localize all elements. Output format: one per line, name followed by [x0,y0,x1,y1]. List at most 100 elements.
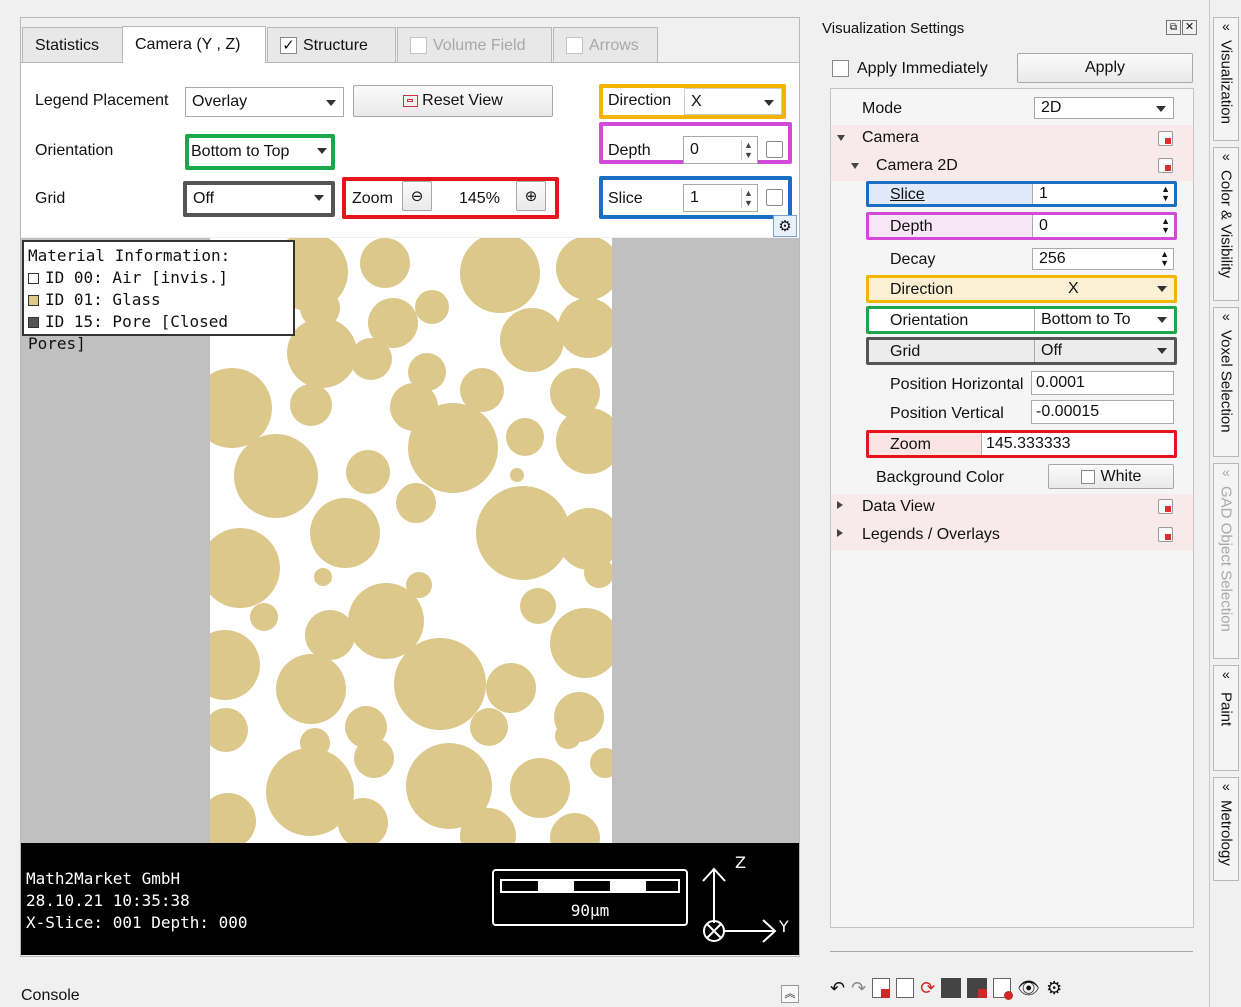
save-settings-icon[interactable] [872,978,891,998]
direction-select[interactable]: X [684,88,782,115]
side-tab-color-visibility[interactable]: « Color & Visibility [1213,147,1239,301]
apply-button[interactable]: Apply [1017,53,1193,83]
reset-property-icon[interactable] [1158,527,1173,542]
depth-checkbox[interactable] [766,141,783,158]
slice-viewer-canvas[interactable]: Material Information: ID 00: Air [invis.… [21,238,799,843]
legend-item: ID 15: Pore [Closed Pores] [28,312,229,353]
expand-up-icon[interactable]: ︽ [781,985,799,1003]
visualization-settings-panel: Visualization Settings ⧉ ✕ Apply Immedia… [812,0,1209,1007]
zoom-in-button[interactable]: ⊕ [516,181,546,211]
legends-overlays-label: Legends / Overlays [862,526,1000,543]
undo-icon[interactable]: ↶ [830,978,845,999]
direction-label: Direction [608,92,672,109]
legend-swatch [28,295,39,306]
script-icon[interactable] [993,978,1014,1000]
spin-arrows-icon[interactable]: ▲ ▼ [741,140,755,160]
apply-immediately-checkbox[interactable] [832,60,849,77]
reset-view-icon [403,95,419,107]
scale-label: 90µm [570,901,610,920]
refresh-icon[interactable]: ⟳ [920,978,935,999]
tab-structure[interactable]: ✓ Structure [267,27,396,63]
chevron-down-icon [1157,317,1167,323]
console-label[interactable]: Console [21,987,80,1005]
tab-camera[interactable]: Camera (Y , Z) [122,26,266,63]
zoom-input[interactable]: 145.333333 [981,433,1174,455]
info-overlay-bar: Math2Market GmbH 28.10.21 10:35:38 X-Sli… [21,843,799,955]
expand-arrow-icon[interactable] [837,501,843,509]
decay-label: Decay [890,251,936,268]
export-icon[interactable] [941,978,962,998]
legend-item: ID 01: Glass [28,289,289,311]
structure-checkbox[interactable]: ✓ [280,37,297,54]
grid-select[interactable]: Off [187,185,331,213]
spin-arrows-icon[interactable]: ▲ ▼ [741,188,755,208]
side-tab-voxel-selection[interactable]: « Voxel Selection [1213,307,1239,457]
expand-arrow-icon[interactable] [837,529,843,537]
grid-select[interactable]: Off [1034,340,1174,362]
tab-volume-field[interactable]: Volume Field [397,27,552,63]
side-tab-paint[interactable]: « Paint [1213,665,1239,771]
background-color-button[interactable]: White [1048,464,1174,489]
mode-select[interactable]: 2D [1034,97,1174,119]
collapse-icon: « [1222,308,1230,324]
slice-label: Slice [890,186,925,203]
side-tab-metrology[interactable]: « Metrology [1213,777,1239,881]
tab-statistics[interactable]: Statistics [22,27,123,63]
orientation-label: Orientation [890,312,969,329]
slice-spinbox[interactable]: 1 ▲ ▼ [1032,184,1174,204]
slice-checkbox[interactable] [766,189,783,206]
orientation-label: Orientation [35,142,114,159]
timestamp: 28.10.21 10:35:38 [26,891,190,910]
chevron-down-icon [1157,286,1167,292]
grid-label: Grid [35,190,66,207]
orientation-select[interactable]: Bottom to Top [189,138,331,166]
legend-placement-label: Legend Placement [35,92,169,109]
zoom-label: Zoom [890,436,931,453]
position-vertical-input[interactable]: -0.00015 [1031,400,1174,424]
arrows-checkbox[interactable] [566,37,583,54]
console-bar: Console ︽ [0,957,812,1007]
direction-select[interactable]: X [1062,278,1174,300]
data-view-label: Data View [862,498,935,515]
panel-title: Visualization Settings [822,20,965,37]
camera2d-label: Camera 2D [876,157,958,174]
collapse-arrow-icon[interactable] [837,135,845,141]
position-horizontal-input[interactable]: 0.0001 [1031,371,1174,395]
reset-property-icon[interactable] [1158,499,1173,514]
gear-icon[interactable]: ⚙ [773,215,797,237]
collapse-arrow-icon[interactable] [851,163,859,169]
reset-property-icon[interactable] [1158,158,1173,173]
camera-label: Camera [862,129,919,146]
spin-arrows-icon[interactable]: ▲ ▼ [1161,185,1170,203]
eye-icon[interactable]: 👁 [1017,978,1040,999]
load-settings-icon[interactable] [896,978,915,998]
zoom-out-button[interactable]: ⊖ [402,181,432,211]
tab-arrows[interactable]: Arrows [553,27,658,63]
decay-spinbox[interactable]: 256 ▲ ▼ [1032,248,1174,270]
slice-spinbox[interactable]: 1 ▲ ▼ [683,184,758,212]
spin-arrows-icon[interactable]: ▲ ▼ [1160,250,1169,268]
gear-icon[interactable]: ⚙ [1046,978,1062,999]
reset-property-icon[interactable] [1158,131,1173,146]
close-icon[interactable]: ✕ [1182,20,1197,35]
float-icon[interactable]: ⧉ [1166,20,1181,35]
spin-arrows-icon[interactable]: ▲ ▼ [1161,217,1170,235]
import-icon[interactable] [967,978,988,998]
bottom-toolbar: ↶ ↷ ⟳ 👁 ⚙ [830,975,1062,1001]
background-color-label: Background Color [876,469,1005,486]
collapse-icon: « [1222,18,1230,34]
depth-spinbox[interactable]: 0 ▲ ▼ [1032,215,1174,237]
legend-item: ID 00: Air [invis.] [28,267,289,289]
side-tab-gad-object-selection[interactable]: « GAD Object Selection [1213,463,1239,659]
legend-placement-select[interactable]: Overlay [185,87,344,117]
chevron-down-icon [314,195,324,201]
side-tab-visualization[interactable]: « Visualization [1213,17,1239,141]
legend-swatch [28,273,39,284]
depth-spinbox[interactable]: 0 ▲ ▼ [683,136,758,164]
redo-icon[interactable]: ↷ [851,978,866,999]
scale-bar-ruler [500,879,680,893]
volume-field-checkbox[interactable] [410,37,427,54]
collapse-icon: « [1222,148,1230,164]
orientation-select[interactable]: Bottom to To [1034,309,1174,331]
reset-view-button[interactable]: Reset View [353,85,553,117]
